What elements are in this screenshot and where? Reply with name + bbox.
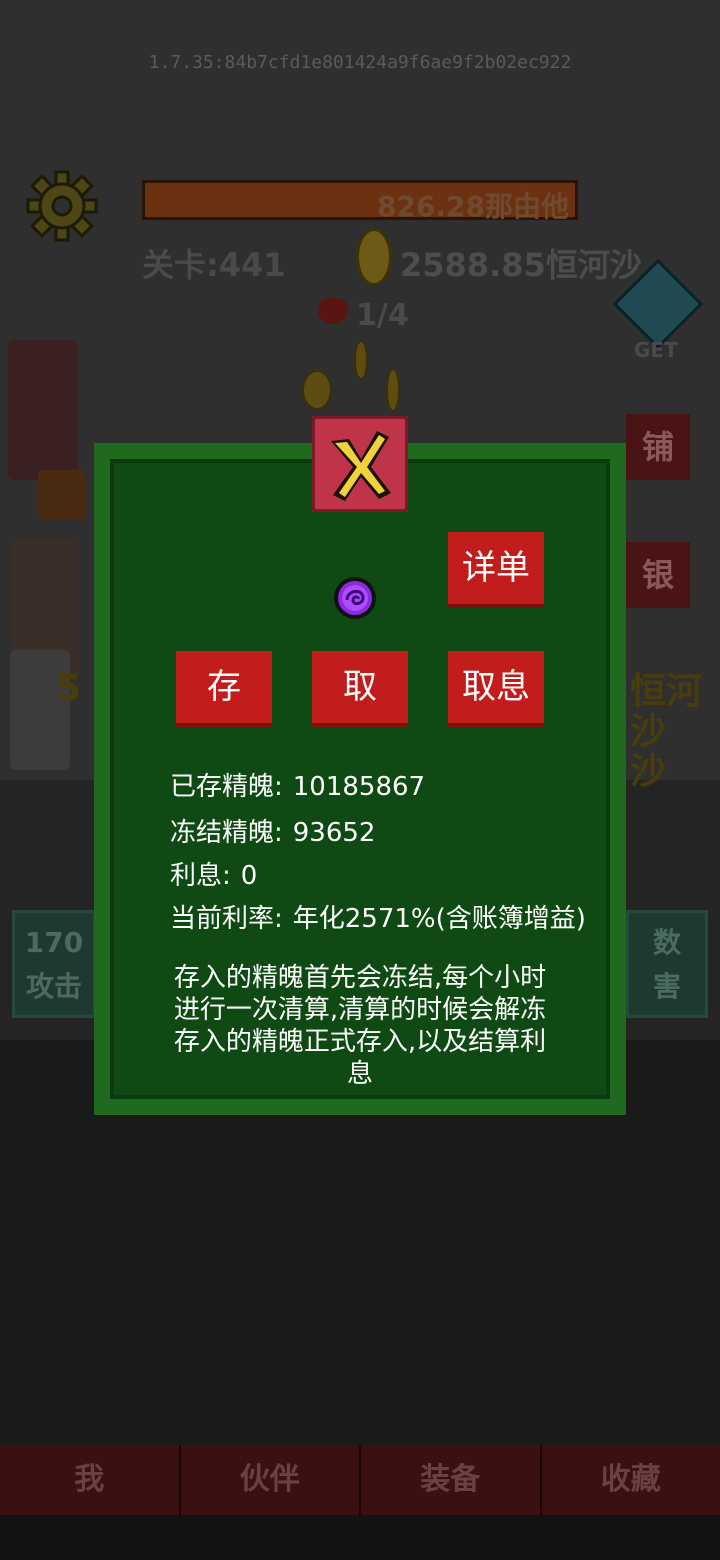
nav-equipment[interactable]: 装备 bbox=[361, 1445, 542, 1515]
interest-rate-value: 年化2571%(含账簿增益) bbox=[292, 904, 586, 934]
damage-stat-line: 数 bbox=[652, 926, 681, 959]
bottom-strip bbox=[0, 1515, 720, 1560]
interest-rate-label: 当前利率: bbox=[170, 904, 283, 934]
enemy-hp-value: 826.28那由他 bbox=[376, 190, 569, 223]
falling-coin-icon bbox=[354, 340, 368, 380]
close-x-icon bbox=[331, 431, 391, 501]
falling-coin-icon bbox=[386, 368, 400, 412]
detail-button[interactable]: 详单 bbox=[448, 532, 544, 608]
description-line: 存入的精魄首先会冻结,每个小时 bbox=[173, 963, 547, 993]
deposit-button[interactable]: 存 bbox=[176, 651, 272, 727]
right-yellow-line: 沙 bbox=[630, 751, 667, 792]
hero-character-red-hair bbox=[8, 340, 78, 480]
damage-stat-panel[interactable]: 数 害 bbox=[626, 910, 708, 1018]
stored-souls-row: 已存精魄: 10185867 bbox=[170, 766, 425, 803]
description-line: 进行一次清算,清算的时候会解冻 bbox=[173, 995, 547, 1025]
wave-progress: 1/4 bbox=[356, 298, 409, 333]
shop-side-button[interactable]: 铺 bbox=[626, 414, 690, 480]
damage-stat-line: 害 bbox=[652, 970, 681, 1003]
frozen-souls-label: 冻结精魄: bbox=[170, 818, 283, 848]
stored-souls-label: 已存精魄: bbox=[170, 772, 283, 802]
settings-gear-icon[interactable] bbox=[26, 170, 98, 242]
interest-value: 0 bbox=[240, 861, 258, 891]
interest-label: 利息: bbox=[170, 861, 231, 891]
falling-coin-icon bbox=[302, 370, 332, 410]
bank-description: 存入的精魄首先会冻结,每个小时 进行一次清算,清算的时候会解冻 存入的精魄正式存… bbox=[150, 962, 570, 1090]
nav-me[interactable]: 我 bbox=[0, 1445, 181, 1515]
bank-side-button[interactable]: 银 bbox=[626, 542, 690, 608]
interest-rate-row: 当前利率: 年化2571%(含账簿增益) bbox=[170, 898, 586, 935]
close-button[interactable] bbox=[312, 416, 408, 512]
right-yellow-line: 恒河沙 bbox=[630, 671, 703, 752]
left-yellow-fragment: 5 bbox=[56, 668, 82, 709]
level-label: 关卡:441 bbox=[142, 246, 286, 284]
nav-collection[interactable]: 收藏 bbox=[541, 1445, 720, 1515]
nav-partners[interactable]: 伙伴 bbox=[180, 1445, 361, 1515]
gem-get-label[interactable]: GET bbox=[634, 338, 678, 362]
soul-orb-icon bbox=[334, 577, 376, 619]
frozen-souls-value: 93652 bbox=[292, 818, 376, 848]
version-hash: 1.7.35:84b7cfd1e801424a9f6ae9f2b02ec922 bbox=[148, 52, 572, 73]
frozen-souls-row: 冻结精魄: 93652 bbox=[170, 812, 375, 849]
right-yellow-fragment: 恒河沙 沙 bbox=[630, 672, 720, 792]
enemy-hp-bar: 826.28那由他 bbox=[142, 180, 578, 223]
gold-amount: 2588.85恒河沙 bbox=[400, 246, 642, 284]
description-line: 息 bbox=[346, 1059, 373, 1089]
gift-box-icon[interactable] bbox=[38, 470, 86, 520]
gold-coin-icon bbox=[356, 228, 392, 286]
stored-souls-value: 10185867 bbox=[292, 772, 426, 802]
bottom-nav: 我 伙伴 装备 收藏 bbox=[0, 1445, 720, 1515]
attack-stat-panel[interactable]: 170 攻击 bbox=[12, 910, 96, 1018]
description-line: 存入的精魄正式存入,以及结算利 bbox=[173, 1027, 547, 1057]
demon-icon bbox=[318, 298, 348, 324]
attack-stat-value: 170 bbox=[24, 926, 84, 959]
withdraw-button[interactable]: 取 bbox=[312, 651, 408, 727]
interest-row: 利息: 0 bbox=[170, 855, 257, 892]
attack-stat-label: 攻击 bbox=[25, 970, 82, 1003]
withdraw-interest-button[interactable]: 取息 bbox=[448, 651, 544, 727]
